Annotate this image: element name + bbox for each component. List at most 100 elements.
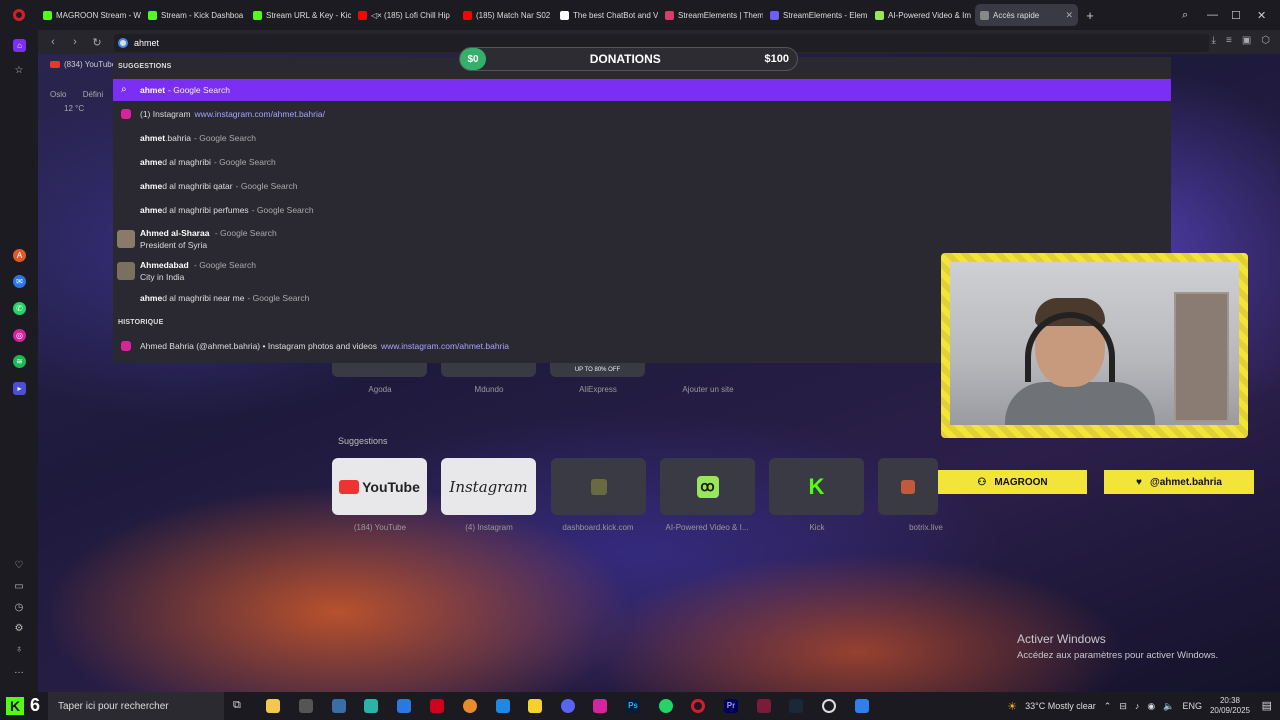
kick-icon[interactable]: K (6, 697, 24, 715)
tab[interactable]: AI-Powered Video & Im (870, 4, 973, 26)
opera-logo[interactable] (0, 0, 38, 30)
task-view-icon[interactable]: ⧉ (233, 699, 247, 713)
entity-suggestion[interactable]: Ahmed al-Sharaa - Google Search Presiden… (113, 224, 1171, 254)
premiere-icon[interactable]: Pr (724, 699, 738, 713)
app-icon[interactable] (528, 699, 542, 713)
acrobat-icon[interactable] (430, 699, 444, 713)
suggestion-item[interactable]: ahme d al maghribi qatar - Google Search (113, 175, 1171, 197)
forward-button[interactable]: › (64, 36, 86, 48)
taskbar-search[interactable]: Taper ici pour rechercher (48, 692, 224, 720)
tab[interactable]: The best ChatBot and V (555, 4, 658, 26)
bulb-icon[interactable]: ♁ (12, 644, 26, 655)
user-icon: ⚇ (977, 476, 987, 488)
app-icon[interactable] (332, 699, 346, 713)
file-explorer-icon[interactable] (266, 699, 280, 713)
new-tab-button[interactable]: + (1080, 8, 1100, 23)
whatsapp-icon[interactable] (659, 699, 673, 713)
tab-label: Stream URL & Key - Kic (266, 10, 351, 20)
search-tabs-icon[interactable]: ⌕ (1182, 0, 1188, 30)
youtube-icon (50, 61, 60, 68)
microphone-icon[interactable]: ♪ (1135, 701, 1140, 711)
chevron-up-icon[interactable]: ⌃ (1104, 701, 1112, 712)
donation-bar: $0 DONATIONS $100 (459, 47, 798, 71)
menu-icon[interactable]: ≡ (1226, 35, 1232, 46)
tab[interactable]: (185) Match Nar S02 🔥 (458, 4, 553, 26)
wifi-icon[interactable]: ◉ (1147, 701, 1155, 712)
youtube-icon (339, 479, 360, 494)
suggestion-item[interactable]: ahme d al maghribi perfumes - Google Sear… (113, 199, 1171, 221)
minimize-button[interactable]: — (1207, 0, 1218, 30)
player-icon[interactable]: ▸ (13, 382, 26, 395)
photoshop-icon[interactable]: Ps (626, 699, 640, 713)
volume-icon[interactable]: 🔈 (1163, 701, 1174, 712)
suggestion-item[interactable]: (1) Instagram www.instagram.com/ahmet.ba… (113, 103, 1171, 125)
app-icon[interactable] (496, 699, 510, 713)
discord-icon[interactable] (561, 699, 575, 713)
heart-icon[interactable]: ♡ (12, 560, 26, 571)
close-window-button[interactable]: ✕ (1257, 0, 1266, 30)
star-icon[interactable]: ☆ (12, 65, 26, 76)
speed-dial-instagram[interactable]: Instagram (441, 458, 536, 515)
speed-dial-kick-dashboard[interactable] (551, 458, 646, 515)
settings-icon[interactable]: ⚙ (12, 623, 26, 634)
webcam-door (1174, 292, 1229, 422)
speed-dial-kick[interactable]: K (769, 458, 864, 515)
steam-icon[interactable] (789, 699, 803, 713)
tab-label: StreamElements | Them (678, 10, 763, 20)
tab[interactable]: MAGROON Stream - W (38, 4, 141, 26)
app-icon[interactable] (397, 699, 411, 713)
tab[interactable]: StreamElements - Elem (765, 4, 868, 26)
weather-define[interactable]: Défini (83, 90, 103, 99)
reload-button[interactable]: ↻ (86, 36, 108, 49)
profile-icon[interactable]: ▣ (1242, 35, 1251, 46)
tab-active[interactable]: Accès rapide ✕ (975, 4, 1078, 26)
suggestion-source: - Google Search (214, 228, 277, 238)
network-icon[interactable]: ⊟ (1119, 701, 1127, 712)
add-site-button[interactable]: Ajouter un site (648, 385, 768, 394)
spotify-icon[interactable]: ≋ (13, 355, 26, 368)
suggestion-bold: ahmet (140, 133, 166, 143)
app-icon[interactable] (822, 699, 836, 713)
dial-label: botrix.live (909, 523, 943, 532)
messenger-icon[interactable]: ✉ (13, 275, 26, 288)
more-icon[interactable]: … (12, 665, 26, 676)
app-icon[interactable] (855, 699, 869, 713)
app-icon[interactable] (364, 699, 378, 713)
entity-description: City in India (140, 272, 185, 282)
aria-icon[interactable]: A (13, 249, 26, 262)
suggestion-item[interactable]: ahme d al maghribi - Google Search (113, 151, 1171, 173)
instagram-icon[interactable] (593, 699, 607, 713)
close-tab-icon[interactable]: ✕ (1065, 10, 1073, 21)
tab[interactable]: Stream - Kick Dashboa (143, 4, 246, 26)
tab[interactable]: ◁× (185) Lofi Chill Hip (353, 4, 456, 26)
speed-dial-botrix[interactable] (878, 458, 938, 515)
pinboard-icon[interactable]: ▭ (12, 581, 26, 592)
maximize-button[interactable]: ☐ (1231, 0, 1241, 30)
instagram-icon[interactable]: ◎ (13, 329, 26, 342)
suggestion-bold: ahmet (140, 85, 166, 95)
taskbar-weather[interactable]: 33°C Mostly clear (1025, 701, 1096, 711)
tab[interactable]: StreamElements | Them (660, 4, 763, 26)
suggestion-item[interactable]: ahmet .bahria - Google Search (113, 127, 1171, 149)
instagram-nametag: ♥ @ahmet.bahria (1104, 470, 1254, 494)
extensions-icon[interactable]: ⬡ (1261, 35, 1270, 46)
tab-bar: MAGROON Stream - W Stream - Kick Dashboa… (0, 0, 1280, 30)
speed-dial-youtube[interactable]: YouTube (332, 458, 427, 515)
whatsapp-icon[interactable]: ✆ (13, 302, 26, 315)
history-icon[interactable]: ◷ (12, 602, 26, 613)
speed-dial-ai-video[interactable]: ꝏ (660, 458, 755, 515)
opera-icon[interactable] (691, 699, 705, 713)
notifications-icon[interactable]: ▤ (1262, 699, 1272, 712)
download-icon[interactable]: ⤓ (1212, 35, 1216, 46)
language-indicator[interactable]: ENG (1182, 701, 1202, 711)
clock[interactable]: 20:38 20/09/2025 (1210, 696, 1250, 716)
obs-icon[interactable] (463, 699, 477, 713)
home-icon[interactable]: ⌂ (13, 39, 26, 52)
app-six-icon[interactable]: 6 (30, 695, 40, 716)
tab[interactable]: Stream URL & Key - Kic (248, 4, 351, 26)
suggestion-item[interactable]: ⌕ ahmet - Google Search (113, 79, 1171, 101)
back-button[interactable]: ‹ (42, 36, 64, 48)
app-icon[interactable] (757, 699, 771, 713)
app-icon[interactable] (299, 699, 313, 713)
bookmark-youtube[interactable]: (834) YouTube (64, 60, 116, 69)
